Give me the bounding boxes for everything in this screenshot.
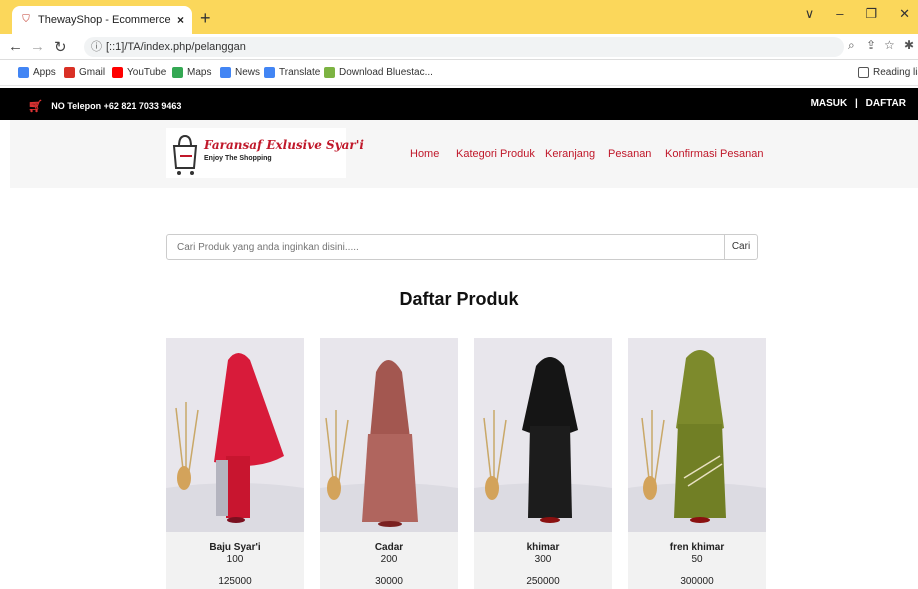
bluestacks-icon: [324, 67, 335, 78]
bookmark-label: Download Bluestac...: [339, 67, 433, 78]
forward-icon[interactable]: →: [30, 38, 45, 55]
product-stock: 100: [226, 554, 244, 565]
maps-icon: [172, 67, 183, 78]
gmail-icon: [64, 67, 75, 78]
product-price: 30000: [375, 576, 403, 587]
translate-icon: [264, 67, 275, 78]
product-card[interactable]: Baju Syar'i 100 125000: [166, 338, 304, 589]
nav-home[interactable]: Home: [410, 148, 439, 160]
restore-button[interactable]: ❐: [865, 6, 877, 22]
page-favicon-icon: ⛉: [22, 14, 30, 25]
news-icon: [220, 67, 231, 78]
register-link[interactable]: DAFTAR: [866, 98, 906, 109]
page-title: Daftar Produk: [399, 289, 519, 309]
phone-info: 🛒︎ NO Telepon +62 821 7033 9463: [28, 99, 181, 113]
bookmark-gmail[interactable]: Gmail: [64, 67, 105, 78]
product-name: Baju Syar'i: [209, 542, 261, 553]
reading-list-label: Reading lis: [873, 67, 918, 78]
bookmark-label: News: [235, 67, 261, 78]
bookmark-label: Apps: [33, 67, 56, 78]
bookmark-star-icon[interactable]: ☆: [884, 38, 895, 52]
search-button[interactable]: Cari: [724, 235, 757, 259]
product-name: Cadar: [374, 542, 404, 553]
tab-title: ThewayShop - Ecommerce Boot: [38, 14, 173, 26]
product-price: 300000: [680, 576, 714, 587]
product-photo[interactable]: [474, 338, 612, 532]
youtube-icon: [112, 67, 123, 78]
bookmark-news[interactable]: News: [220, 67, 260, 78]
bookmark-label: Maps: [187, 67, 212, 78]
back-icon[interactable]: ←: [8, 38, 23, 55]
product-image-fren-khimar: [628, 338, 766, 532]
window-controls: ∨ – ❐ ✕: [805, 6, 910, 22]
product-price: 125000: [218, 576, 252, 587]
close-window-button[interactable]: ✕: [899, 6, 910, 22]
nav-pesanan[interactable]: Pesanan: [608, 148, 651, 160]
product-image-baju-syari: [166, 338, 304, 532]
nav-konfirmasi-pesanan[interactable]: Konfirmasi Pesanan: [665, 148, 763, 160]
search-input[interactable]: [167, 235, 725, 259]
site-topbar: 🛒︎ NO Telepon +62 821 7033 9463 MASUK | …: [0, 88, 918, 120]
auth-separator: |: [855, 98, 858, 109]
product-stock: 50: [691, 554, 703, 565]
url-text: [::1]/TA/index.php/pelanggan: [106, 41, 246, 53]
bookmark-maps[interactable]: Maps: [172, 67, 211, 78]
product-image-khimar: [474, 338, 612, 532]
bookmark-label: Gmail: [79, 67, 106, 78]
cart-icon: 🛒︎: [28, 99, 44, 113]
extensions-icon[interactable]: ✱: [904, 38, 914, 52]
apps-grid-icon: [18, 67, 29, 78]
bookmark-bluestacks[interactable]: Download Bluestac...: [324, 67, 433, 78]
product-price: 250000: [526, 576, 560, 587]
product-name: khimar: [526, 542, 560, 553]
browser-tab-strip: ⛉ ThewayShop - Ecommerce Boot × + ∨ – ❐ …: [0, 0, 918, 34]
product-image-cadar: [320, 338, 458, 532]
shopping-cart-logo-icon: [172, 134, 198, 175]
product-card[interactable]: khimar 300 250000: [474, 338, 612, 589]
bookmark-youtube[interactable]: YouTube: [112, 67, 166, 78]
tab-search-icon[interactable]: ∨: [805, 6, 815, 22]
product-stock: 200: [380, 554, 398, 565]
bookmarks-bar: Apps Gmail YouTube Maps News Translate D…: [0, 60, 918, 86]
product-name: fren khimar: [669, 542, 725, 553]
product-photo[interactable]: [628, 338, 766, 532]
auth-links: MASUK | DAFTAR: [811, 98, 906, 109]
site-info-icon[interactable]: ⓘ: [91, 37, 102, 57]
bookmark-translate[interactable]: Translate: [264, 67, 320, 78]
bookmark-apps[interactable]: Apps: [18, 67, 56, 78]
address-bar-row: ← → ↻ ⓘ [::1]/TA/index.php/pelanggan ⌕ ⇪…: [0, 34, 918, 60]
zoom-icon[interactable]: ⌕: [848, 38, 855, 53]
reading-list[interactable]: Reading lis: [858, 67, 918, 78]
product-card[interactable]: Cadar 200 30000: [320, 338, 458, 589]
product-search: Cari: [166, 234, 758, 260]
site-logo[interactable]: Faransaf Exlusive Syar'i Enjoy The Shopp…: [166, 128, 364, 178]
nav-keranjang[interactable]: Keranjang: [545, 148, 595, 160]
bookmark-label: YouTube: [127, 67, 167, 78]
minimize-button[interactable]: –: [836, 6, 843, 22]
nav-kategori-produk[interactable]: Kategori Produk: [456, 148, 535, 160]
product-stock: 300: [534, 554, 552, 565]
share-icon[interactable]: ⇪: [866, 38, 876, 52]
browser-tab[interactable]: ⛉ ThewayShop - Ecommerce Boot ×: [12, 6, 192, 34]
new-tab-button[interactable]: +: [200, 8, 211, 29]
product-photo[interactable]: [166, 338, 304, 532]
login-link[interactable]: MASUK: [811, 98, 848, 109]
logo-subtitle: Enjoy The Shopping: [204, 155, 272, 162]
address-bar[interactable]: ⓘ [::1]/TA/index.php/pelanggan: [84, 37, 844, 57]
reading-list-icon: [858, 67, 869, 78]
product-photo[interactable]: [320, 338, 458, 532]
bookmark-label: Translate: [279, 67, 321, 78]
close-tab-icon[interactable]: ×: [177, 13, 184, 27]
logo-title: Faransaf Exlusive Syar'i: [204, 138, 364, 152]
product-card[interactable]: fren khimar 50 300000: [628, 338, 766, 589]
phone-text: NO Telepon +62 821 7033 9463: [51, 101, 182, 111]
reload-icon[interactable]: ↻: [54, 38, 67, 56]
